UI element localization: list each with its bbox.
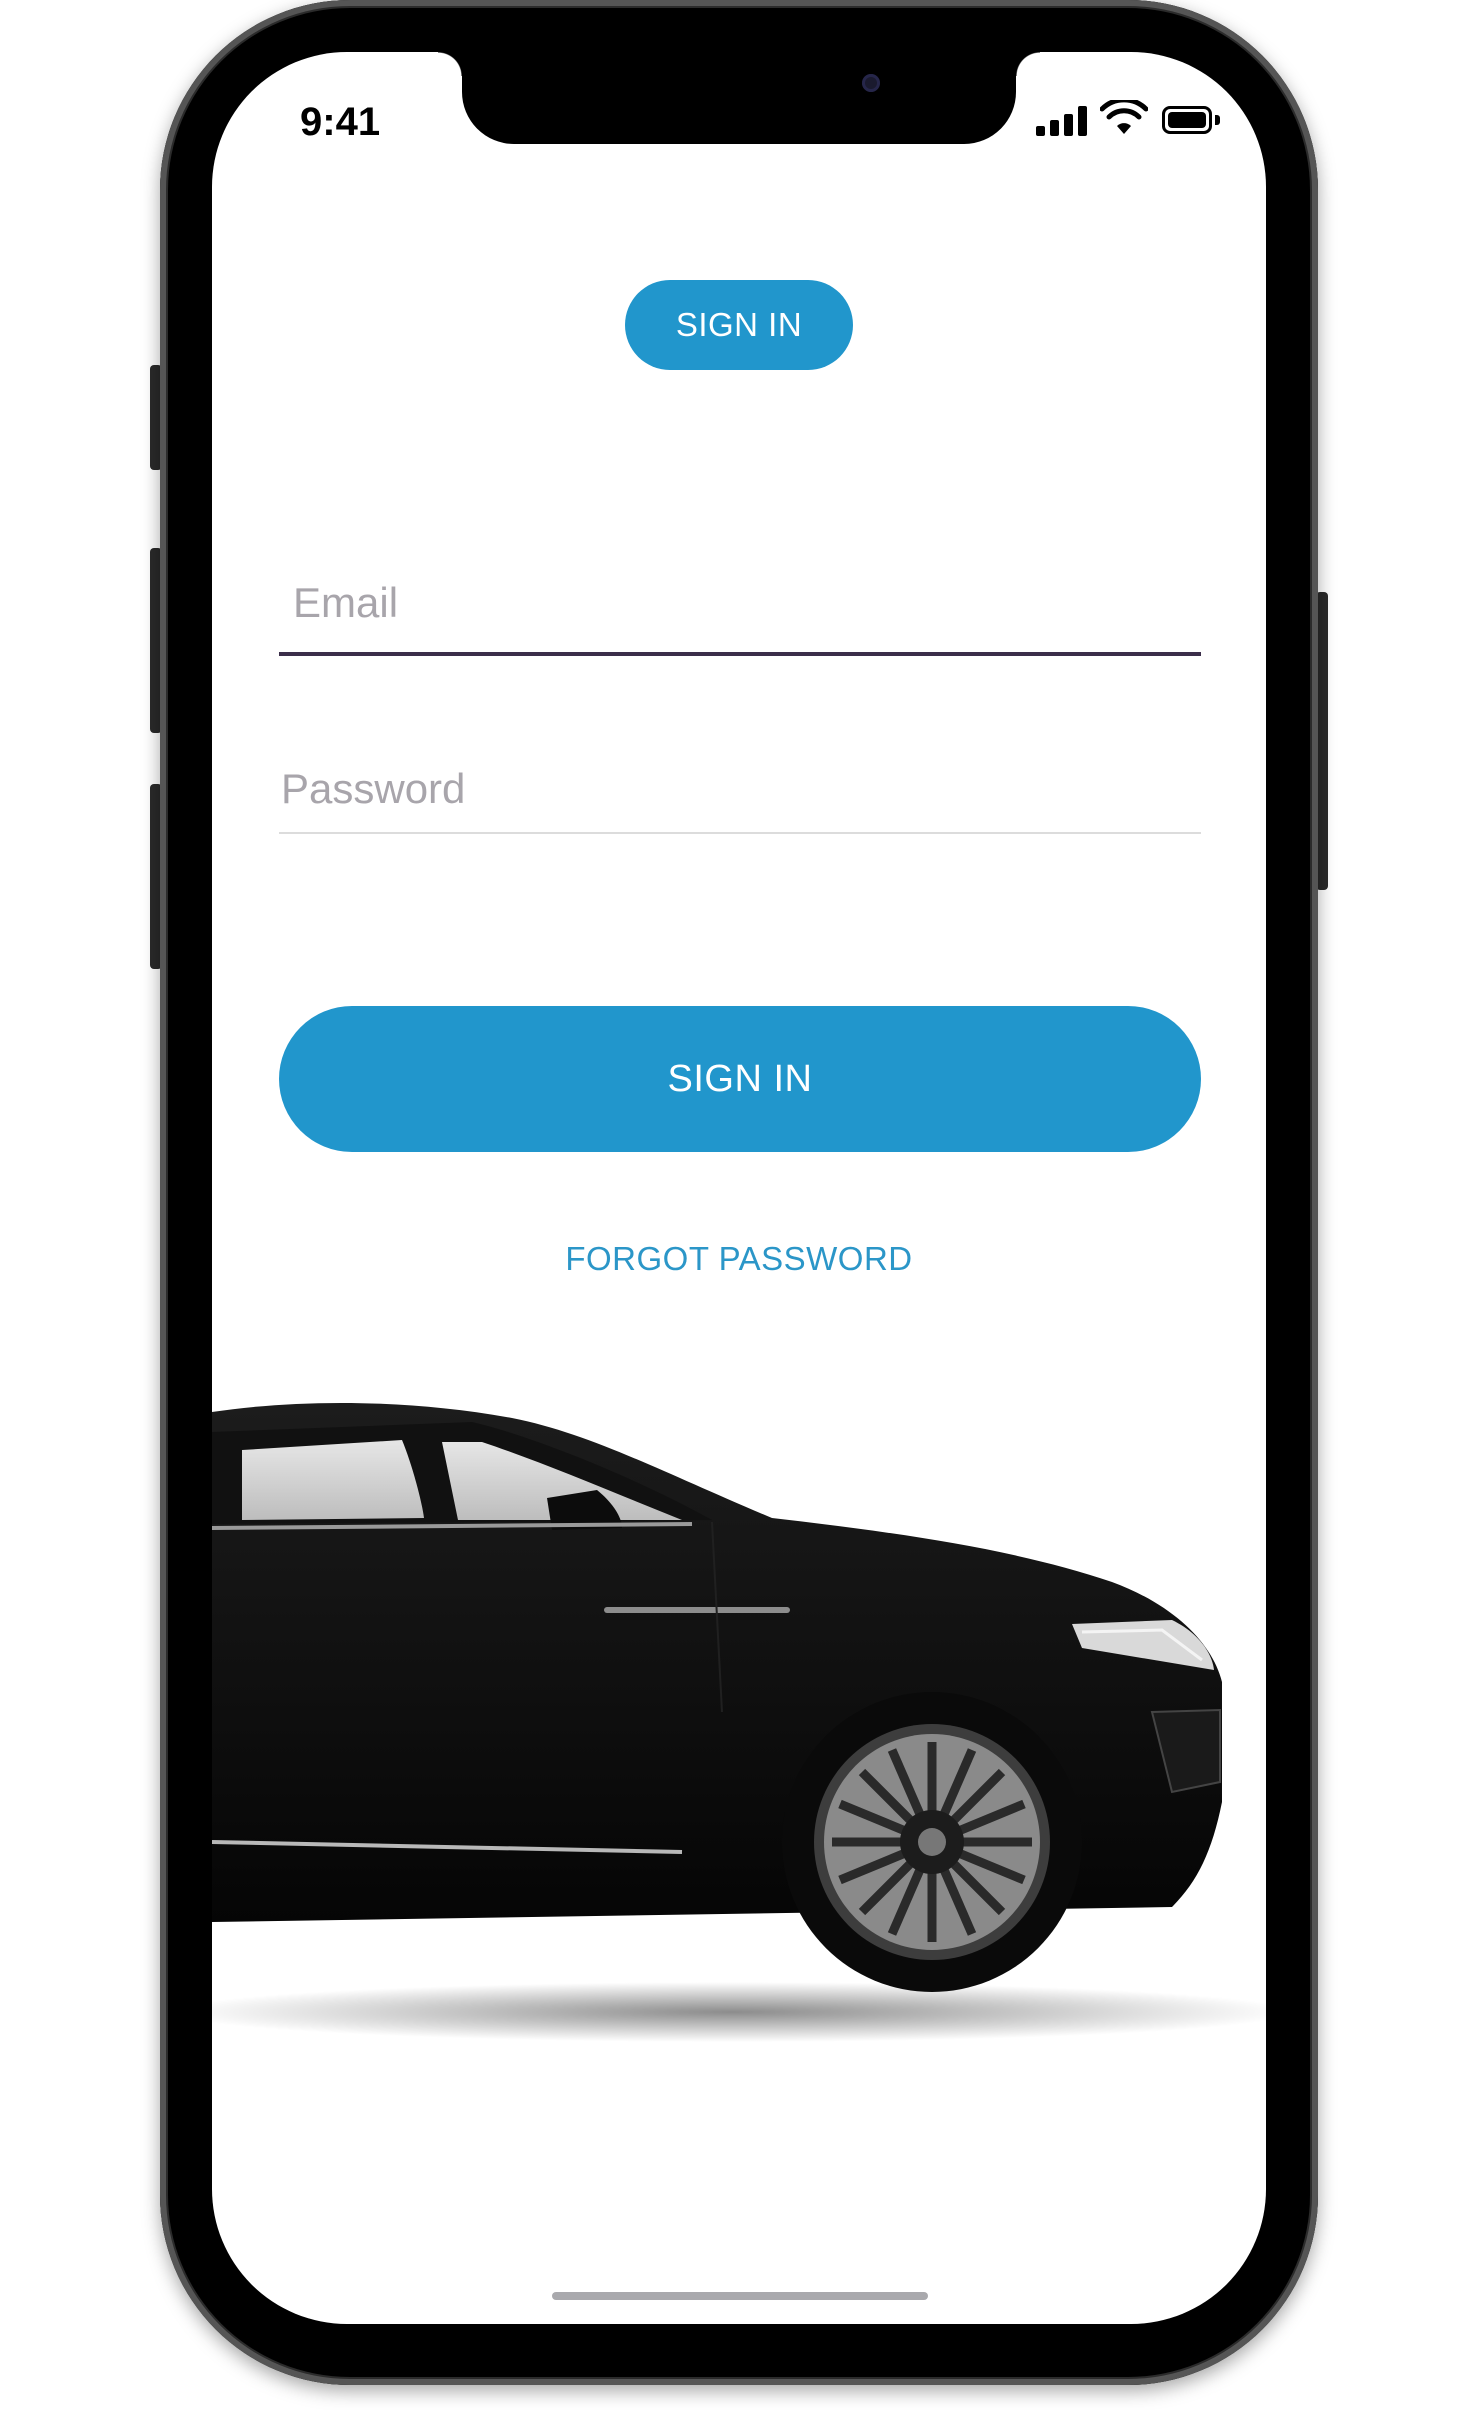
notch <box>438 52 1040 144</box>
app-screen: 9:41 SIGN IN SIGN IN FORGOT PASSWORD <box>212 52 1266 2324</box>
wifi-icon <box>1100 100 1148 134</box>
password-input[interactable] <box>279 760 1205 818</box>
email-field <box>279 552 1217 656</box>
email-input[interactable] <box>291 574 1217 632</box>
battery-icon <box>1162 106 1220 134</box>
password-field <box>279 742 1205 834</box>
forgot-password-link[interactable]: FORGOT PASSWORD <box>212 1240 1266 1278</box>
signin-tab[interactable]: SIGN IN <box>625 280 853 370</box>
home-indicator <box>552 2292 928 2300</box>
car-image <box>212 1402 1266 2042</box>
cellular-signal-icon <box>1036 106 1088 136</box>
front-camera <box>862 74 880 92</box>
status-time: 9:41 <box>300 100 381 144</box>
signin-button[interactable]: SIGN IN <box>279 1006 1201 1152</box>
